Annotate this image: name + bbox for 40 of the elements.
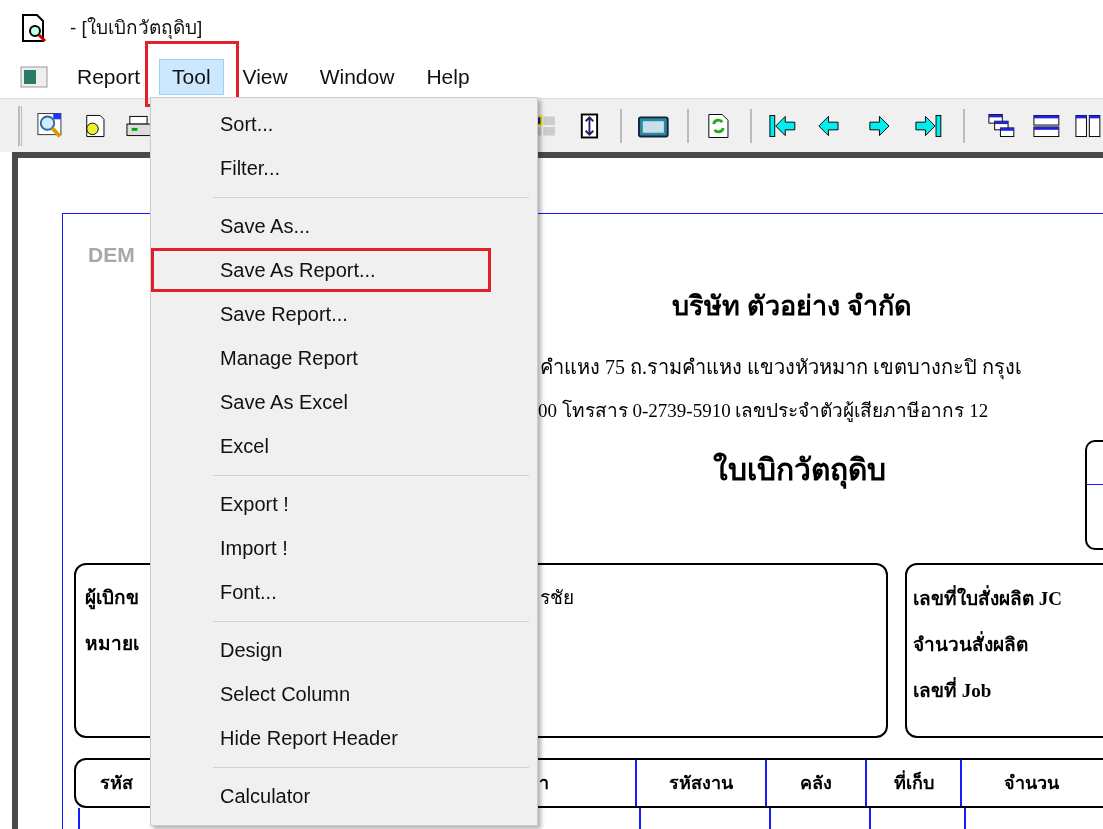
menu-option[interactable]: Save As Excel [151,380,537,424]
menu-item[interactable]: Tool [159,59,224,95]
menu-option[interactable]: Font... [151,570,537,614]
field-label: ผู้เบิกข [85,586,139,611]
menu-item[interactable]: Help [413,59,483,95]
column-header: รหัสงาน [669,771,733,795]
menu-option[interactable]: Save As Report... [151,248,491,292]
menu-option[interactable]: Import ! [151,526,537,570]
column-header: ที่เก็บ [893,769,934,795]
menu-item[interactable]: Window [306,59,408,95]
menu-option[interactable]: Excel [151,424,537,468]
field-value: รชัย [540,586,575,610]
menu-item[interactable]: Report [64,59,154,95]
column-header: คลัง [800,771,832,795]
column-header: รหัส [100,771,133,795]
menu-option[interactable]: Export ! [151,482,537,526]
field-label: หมายเ [85,632,139,656]
menu-option[interactable]: Manage Report [151,336,537,380]
menu-option[interactable]: Save Report... [151,292,537,336]
menu-option[interactable]: Filter... [151,146,537,190]
window-icon [20,65,48,89]
menu-option[interactable]: Calculator [151,774,537,818]
menu-item[interactable]: View [229,59,301,95]
column-header: า [539,771,549,795]
field-label: จำนวนสั่งผลิต [913,631,1103,659]
field-label: เลขที่ Job [913,677,1103,705]
watermark: DEM [88,242,136,268]
document-title: ใบเบิกวัตถุดิบ [713,450,886,490]
menu-option[interactable]: Save As... [151,204,537,248]
company-address: คำแหง 75 ถ.รามคำแหง แขวงหัวหมาก เขตบางกะปิ กรุงเ [540,355,1022,379]
field-label: เลขที่ใบสั่งผลิต JC [913,585,1103,613]
search-icon[interactable] [35,110,65,141]
menu-option[interactable]: Design [151,628,537,672]
document-search-icon [20,13,48,43]
company-name: บริษัท ตัวอย่าง จำกัด [672,290,912,322]
column-header: จำนวน [1003,771,1059,795]
contact-line: 00 โทรสาร 0-2739-5910 เลขประจำตัวผู้เสียภาษีอากร 12 [538,399,989,423]
menu-option[interactable]: Hide Report Header [151,716,537,760]
menu-option[interactable]: Select Column [151,672,537,716]
window-title: - [ใบเบิกวัตถุดิบ] [70,15,203,41]
